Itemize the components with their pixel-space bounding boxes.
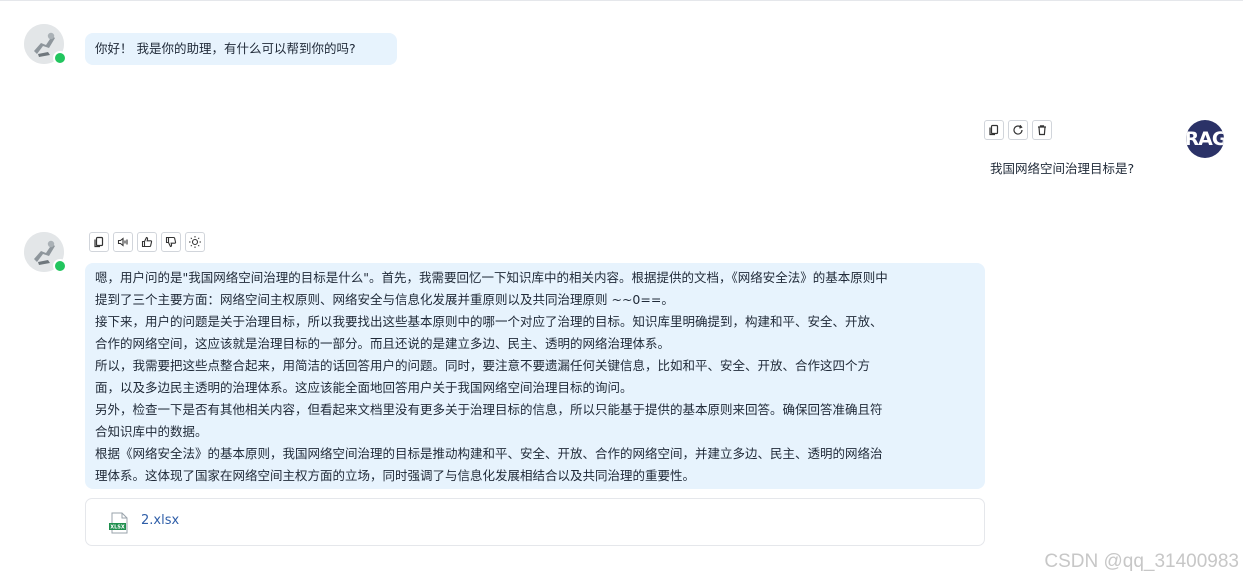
regenerate-button[interactable] [1008,120,1028,140]
like-button[interactable] [137,232,157,252]
attachment-filename[interactable]: 2.xlsx [141,513,179,528]
assistant-avatar [24,232,67,273]
copy-button[interactable] [984,120,1004,140]
greeting-text: 你好！ 我是你的助理，有什么可以帮到你的吗? [95,41,356,56]
delete-button[interactable] [1032,120,1052,140]
answer-line: 提到了三个主要方面：网络空间主权原则、网络安全与信息化发展并重原则以及共同治理原… [95,292,674,307]
answer-bubble: 嗯，用户问的是"我国网络空间治理的目标是什么"。首先，我需要回忆一下知识库中的相… [85,263,985,489]
assistant-avatar [24,24,67,65]
dislike-button[interactable] [161,232,181,252]
refresh-icon [1013,124,1023,135]
xlsx-file-icon: XLSX [109,512,128,534]
online-status-dot [53,259,67,273]
online-status-dot [53,51,67,65]
answer-line: 嗯，用户问的是"我国网络空间治理的目标是什么"。首先，我需要回忆一下知识库中的相… [95,270,888,285]
delete-icon [1038,125,1046,136]
copy-icon [94,236,104,248]
answer-line: 合作的网络空间，这应该就是治理目标的一部分。而且还说的是建立多边、民主、透明的网… [95,336,671,351]
xlsx-icon-label: XLSX [110,525,125,531]
answer-line: 根据《网络安全法》的基本原则，我国网络空间治理的目标是推动构建和平、安全、开放、… [95,446,883,461]
thumbs-down-icon [165,236,177,248]
answer-line: 接下来，用户的问题是关于治理目标，所以我要找出这些基本原则中的哪一个对应了治理的… [95,314,883,329]
user-question-text: 我国网络空间治理目标是? [990,161,1135,176]
lightbulb-icon [189,236,201,248]
answer-line: 另外，检查一下是否有其他相关内容，但看起来文档里没有更多关于治理目标的信息，所以… [95,402,883,417]
read-aloud-button[interactable] [113,232,133,252]
answer-line: 所以，我需要把这些点整合起来，用简洁的话回答用户的问题。同时，要注意不要遗漏任何… [95,358,871,373]
insight-button[interactable] [185,232,205,252]
speaker-icon [117,237,128,247]
user-avatar-label: RAG [1186,128,1224,150]
attachment-card[interactable]: XLSX 2.xlsx [85,498,985,546]
user-message-toolbar [984,120,1052,140]
assistant-message-toolbar [89,232,205,252]
user-avatar: RAG [1186,120,1224,158]
answer-line: 合知识库中的数据。 [95,424,208,439]
greeting-bubble: 你好！ 我是你的助理，有什么可以帮到你的吗? [85,33,397,65]
copy-icon [989,124,999,136]
answer-line: 面，以及多边民主透明的治理体系。这应该能全面地回答用户关于我国网络空间治理目标的… [95,380,633,395]
watermark: CSDN @qq_31400983 [1044,551,1239,572]
answer-line: 理体系。这体现了国家在网络空间主权方面的立场，同时强调了与信息化发展相结合以及共… [95,468,696,483]
copy-button[interactable] [89,232,109,252]
thumbs-up-icon [141,236,153,248]
top-divider [0,0,1243,1]
